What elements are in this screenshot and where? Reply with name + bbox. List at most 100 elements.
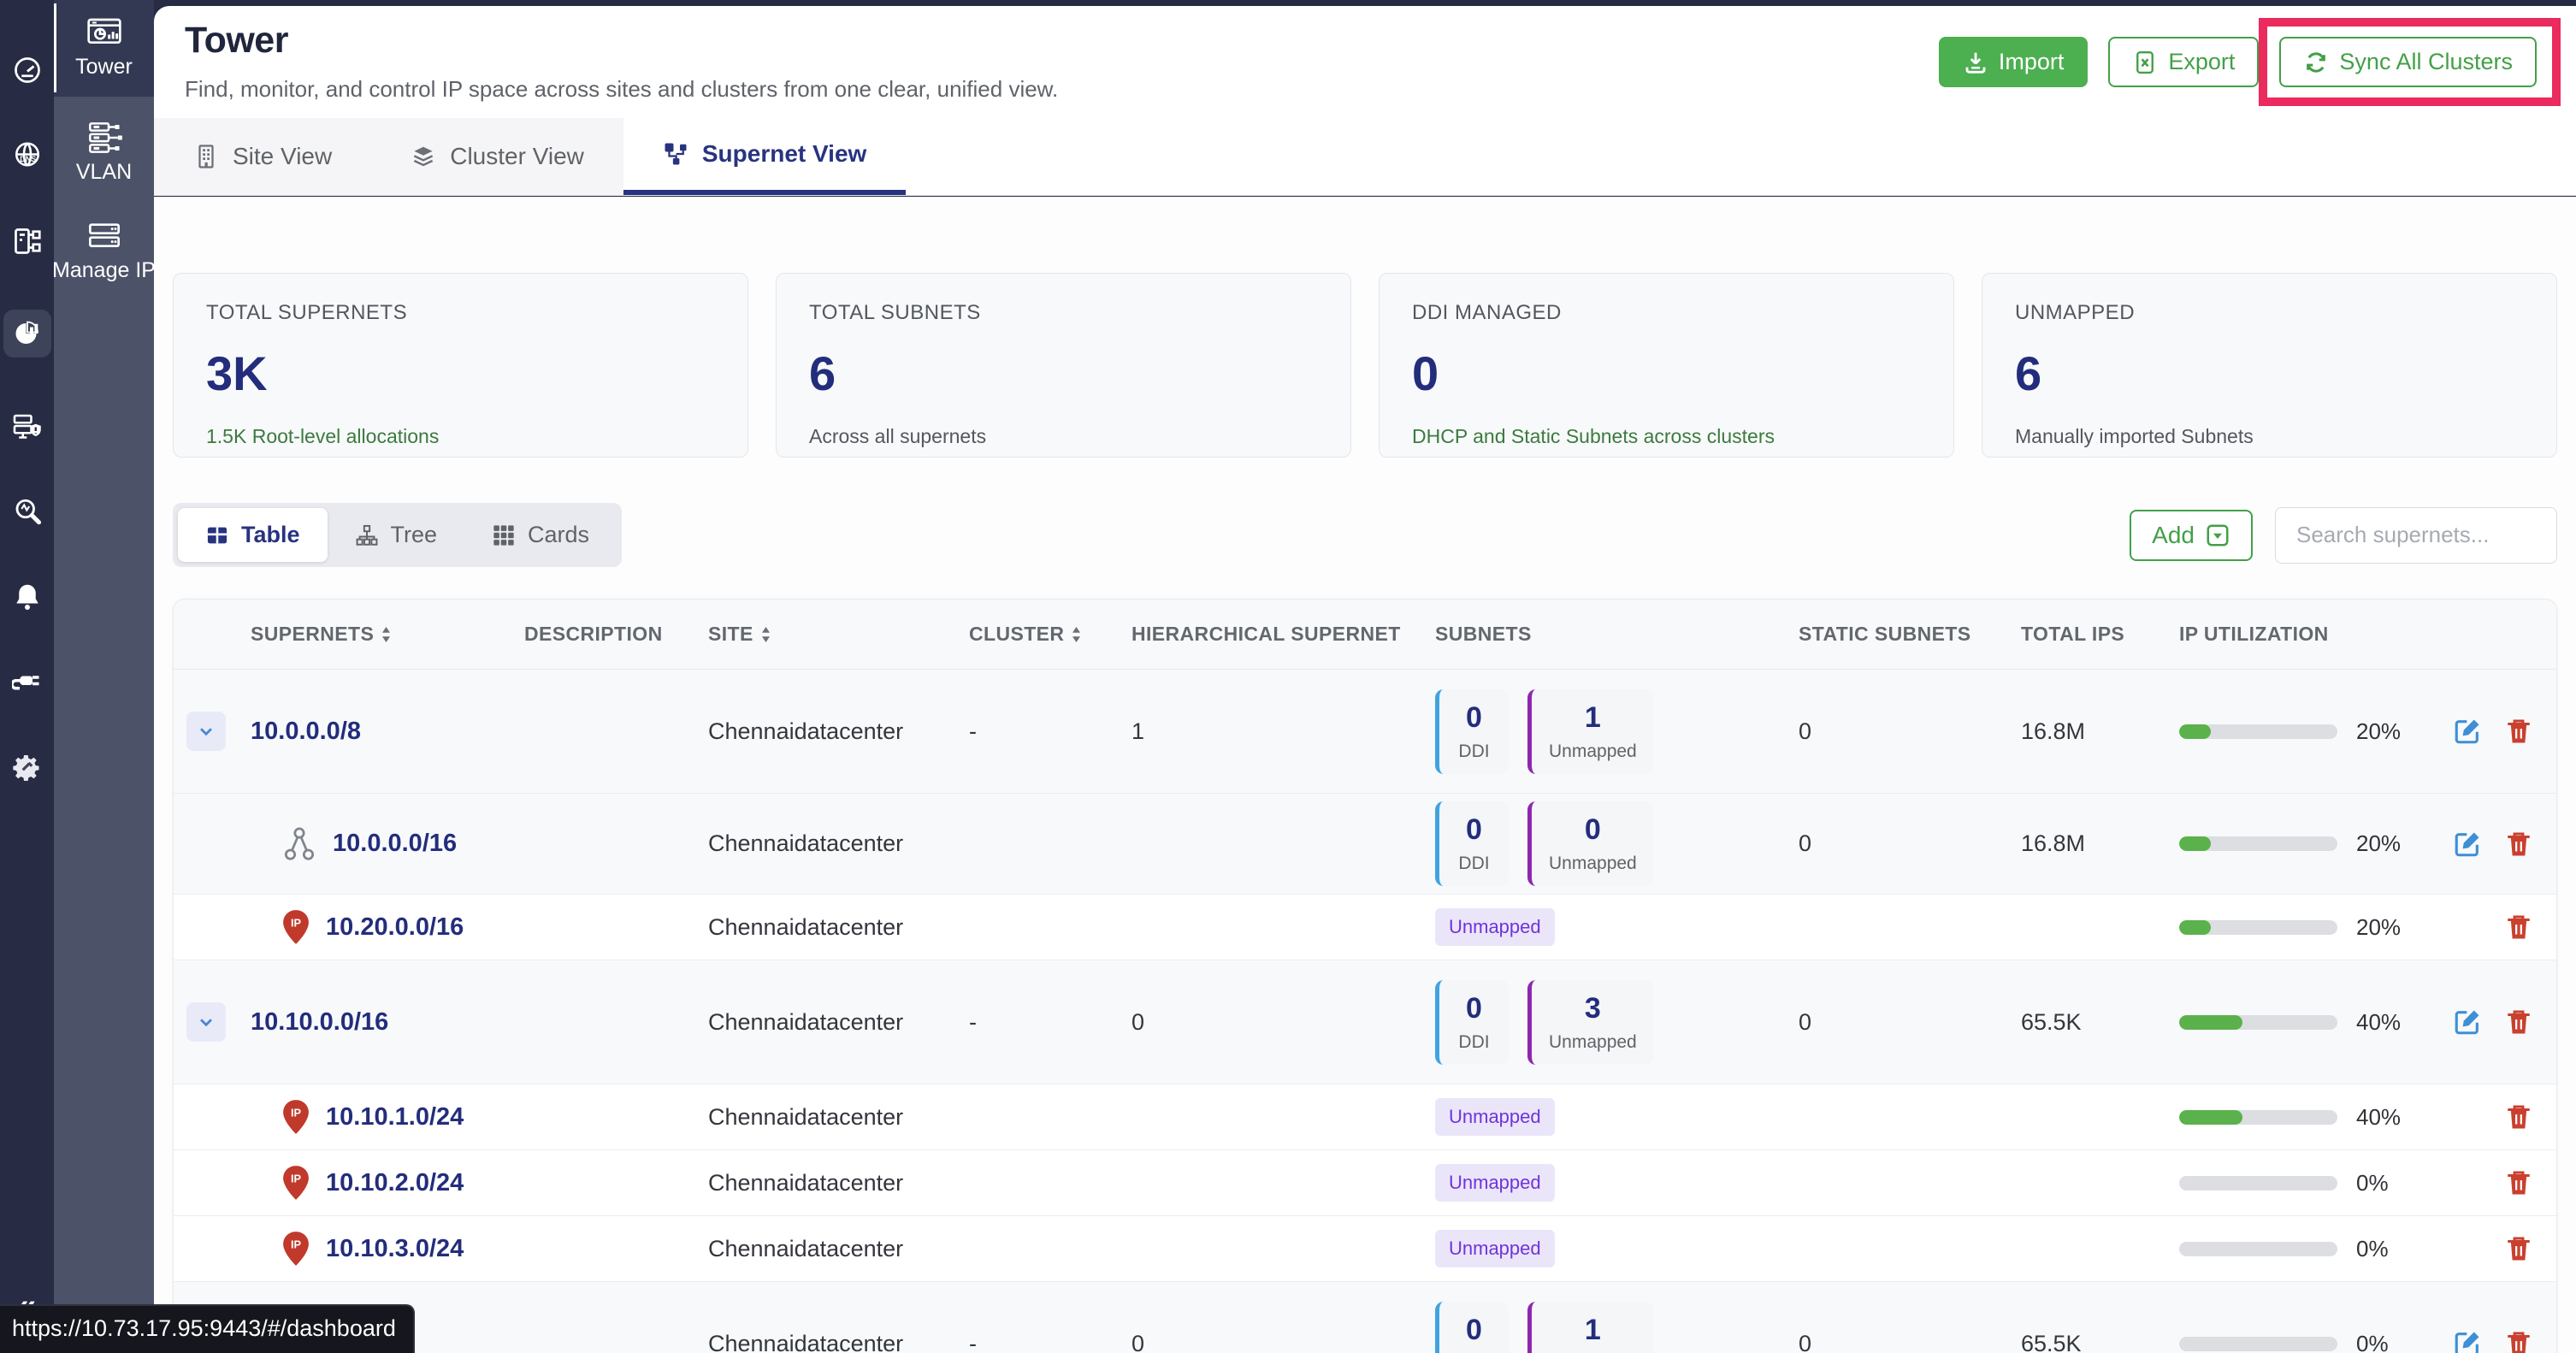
export-button-label: Export bbox=[2168, 49, 2235, 75]
view-mode-toggle: Table Tree Cards bbox=[173, 503, 622, 567]
import-button[interactable]: Import bbox=[1939, 37, 2089, 87]
utilization-percent: 40% bbox=[2356, 1104, 2401, 1131]
utilization-percent: 0% bbox=[2356, 1236, 2389, 1262]
subnet-counts: 0 DDI 3 Unmapped bbox=[1435, 980, 1799, 1065]
site-cell: Chennaidatacenter bbox=[708, 718, 969, 745]
supernet-link[interactable]: 10.0.0.0/8 bbox=[251, 718, 361, 746]
sync-all-clusters-button[interactable]: Sync All Clusters bbox=[2279, 37, 2537, 87]
total-ips-cell: 16.8M bbox=[2021, 830, 2179, 857]
ddi-count-tile: 0 DDI bbox=[1435, 980, 1509, 1065]
edit-button[interactable] bbox=[2453, 717, 2482, 746]
expand-row-button[interactable] bbox=[186, 1002, 226, 1042]
column-supernets[interactable]: SUPERNETS bbox=[251, 623, 524, 646]
supernet-link[interactable]: 10.10.3.0/24 bbox=[326, 1235, 464, 1263]
unmapped-count-tile: 0 Unmapped bbox=[1527, 801, 1654, 886]
dashboard-gauge-icon[interactable] bbox=[10, 53, 44, 87]
notifications-bell-icon[interactable] bbox=[10, 580, 44, 614]
ip-analytics-icon[interactable] bbox=[3, 310, 51, 357]
delete-button[interactable] bbox=[2504, 1329, 2533, 1353]
stat-card-value: 0 bbox=[1412, 346, 1921, 401]
ip-utilization-cell: 20% bbox=[2179, 914, 2453, 941]
unmapped-count: 0 bbox=[1549, 813, 1637, 847]
tab-cluster-view[interactable]: Cluster View bbox=[371, 118, 623, 195]
delete-button[interactable] bbox=[2504, 1168, 2533, 1197]
delete-button[interactable] bbox=[2504, 913, 2533, 942]
nav-item-manage-ip[interactable]: Manage IP bbox=[54, 185, 154, 283]
settings-gear-icon[interactable] bbox=[10, 751, 44, 785]
supernets-table: SUPERNETS DESCRIPTION SITE CLUSTER HIERA… bbox=[173, 599, 2557, 1353]
server-alert-icon[interactable] bbox=[10, 409, 44, 443]
supernet-link[interactable]: 10.10.0.0/16 bbox=[251, 1008, 388, 1037]
ip-utilization-cell: 0% bbox=[2179, 1236, 2453, 1262]
view-mode-table[interactable]: Table bbox=[178, 508, 328, 562]
column-site[interactable]: SITE bbox=[708, 623, 969, 646]
svg-text:IP: IP bbox=[291, 916, 302, 929]
supernet-link[interactable]: 10.10.2.0/24 bbox=[326, 1169, 464, 1197]
delete-button[interactable] bbox=[2504, 1234, 2533, 1263]
stat-card-ddi-managed: DDI MANAGED 0 DHCP and Static Subnets ac… bbox=[1379, 273, 1954, 458]
ip-pin-icon: IP bbox=[281, 1098, 310, 1136]
column-description: DESCRIPTION bbox=[524, 623, 708, 646]
view-mode-label: Tree bbox=[391, 522, 438, 548]
view-mode-label: Cards bbox=[528, 522, 589, 548]
trash-icon bbox=[2504, 913, 2533, 942]
ddi-label: DDI bbox=[1456, 1032, 1492, 1053]
supernet-link[interactable]: 10.10.1.0/24 bbox=[326, 1103, 464, 1131]
vlan-servers-icon bbox=[86, 121, 123, 155]
view-mode-cards[interactable]: Cards bbox=[464, 508, 617, 562]
edit-button[interactable] bbox=[2453, 830, 2482, 859]
table-row: IP 10.0.0.0/16 Chennaidatacenter 0 DDI 0… bbox=[174, 794, 2556, 895]
view-mode-tree[interactable]: Tree bbox=[328, 508, 465, 562]
site-cell: Chennaidatacenter bbox=[708, 1170, 969, 1196]
edit-button[interactable] bbox=[2453, 1329, 2482, 1353]
ip-pin-icon: IP bbox=[281, 1164, 310, 1202]
content-area: TOTAL SUPERNETS 3K 1.5K Root-level alloc… bbox=[154, 197, 2576, 1353]
tab-supernet-view[interactable]: Supernet View bbox=[623, 118, 906, 195]
server-topology-icon[interactable] bbox=[10, 224, 44, 258]
utilization-bar bbox=[2179, 1176, 2337, 1191]
nav-item-vlan[interactable]: VLAN bbox=[54, 97, 154, 185]
tab-label: Supernet View bbox=[702, 140, 866, 168]
ip-pin-icon: IP bbox=[281, 1230, 310, 1267]
delete-button[interactable] bbox=[2504, 1102, 2533, 1131]
trash-icon bbox=[2504, 830, 2533, 859]
stat-cards-row: TOTAL SUPERNETS 3K 1.5K Root-level alloc… bbox=[173, 273, 2557, 458]
svg-text:IP: IP bbox=[291, 1238, 302, 1250]
add-button[interactable]: Add bbox=[2130, 510, 2253, 561]
utilization-bar bbox=[2179, 724, 2337, 739]
supernet-link[interactable]: 10.0.0.0/16 bbox=[333, 830, 457, 858]
excel-file-icon bbox=[2132, 50, 2158, 75]
tab-site-view[interactable]: Site View bbox=[154, 118, 371, 195]
table-row: IP 10.10.0.0/16 Chennaidatacenter - 0 0 … bbox=[174, 960, 2556, 1084]
supernet-link[interactable]: 10.20.0.0/16 bbox=[326, 913, 464, 942]
search-supernets-input[interactable] bbox=[2275, 507, 2557, 564]
stat-card-subtext: Manually imported Subnets bbox=[2015, 425, 2524, 448]
delete-button[interactable] bbox=[2504, 717, 2533, 746]
chevron-down-icon bbox=[195, 1011, 217, 1033]
ddi-count: 0 bbox=[1456, 813, 1492, 847]
import-button-label: Import bbox=[1999, 49, 2065, 75]
discovery-search-icon[interactable] bbox=[10, 494, 44, 529]
expand-row-button[interactable] bbox=[186, 712, 226, 751]
export-button[interactable]: Export bbox=[2108, 37, 2259, 87]
stat-card-label: TOTAL SUPERNETS bbox=[206, 301, 715, 325]
site-cell: Chennaidatacenter bbox=[708, 1331, 969, 1353]
stat-card-subtext: 1.5K Root-level allocations bbox=[206, 425, 715, 448]
nav-item-label: Manage IP bbox=[52, 258, 156, 283]
nav-item-tower[interactable]: Tower bbox=[54, 0, 154, 97]
page-header: Tower Find, monitor, and control IP spac… bbox=[154, 6, 2576, 196]
edit-button[interactable] bbox=[2453, 1007, 2482, 1037]
column-static-subnets: STATIC SUBNETS bbox=[1799, 623, 2021, 646]
site-cell: Chennaidatacenter bbox=[708, 1009, 969, 1036]
unmapped-count-tile: 1 Unmapped bbox=[1527, 1302, 1654, 1353]
stat-card-label: DDI MANAGED bbox=[1412, 301, 1921, 325]
column-cluster[interactable]: CLUSTER bbox=[969, 623, 1131, 646]
delete-button[interactable] bbox=[2504, 830, 2533, 859]
stat-card-unmapped: UNMAPPED 6 Manually imported Subnets bbox=[1982, 273, 2557, 458]
delete-button[interactable] bbox=[2504, 1007, 2533, 1037]
page-subtitle: Find, monitor, and control IP space acro… bbox=[185, 76, 1058, 103]
unmapped-count-tile: 1 Unmapped bbox=[1527, 689, 1654, 774]
cards-grid-icon bbox=[492, 523, 516, 547]
integrations-plug-icon[interactable] bbox=[10, 665, 44, 700]
dns-globe-icon[interactable]: DNS bbox=[10, 139, 44, 173]
